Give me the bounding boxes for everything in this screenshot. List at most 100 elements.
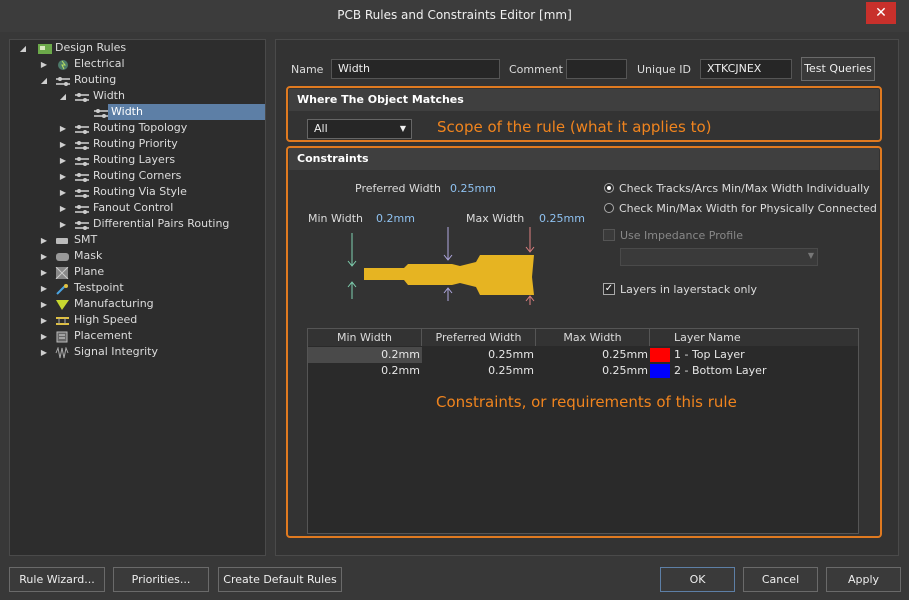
scope-dropdown[interactable]: All ▼ [307, 119, 412, 139]
layer-color-swatch [650, 364, 670, 378]
design-rules-icon [38, 44, 52, 54]
tree-item-placement[interactable]: Placement [74, 328, 132, 344]
tree-item-smt[interactable]: SMT [74, 232, 97, 248]
cell-max-width[interactable]: 0.25mm [536, 347, 648, 363]
routing-icon [56, 77, 70, 86]
tree-item-mask[interactable]: Mask [74, 248, 102, 264]
tree-item-width-group[interactable]: Width [93, 88, 125, 104]
collapse-arrow-icon[interactable]: ◢ [18, 41, 28, 57]
tree-item-width-rule[interactable]: Width [108, 104, 265, 120]
collapse-arrow-icon[interactable]: ◢ [39, 73, 49, 89]
high-speed-icon [56, 317, 69, 325]
tree-item-testpoint[interactable]: Testpoint [74, 280, 124, 296]
radio-check-connected-label: Check Min/Max Width for Physically Conne… [619, 202, 877, 215]
min-width-label: Min Width [308, 212, 363, 225]
priorities-button[interactable]: Priorities... [113, 567, 209, 592]
radio-check-connected[interactable] [604, 203, 614, 213]
cell-preferred-width[interactable]: 0.25mm [422, 363, 534, 379]
expand-arrow-icon[interactable]: ▶ [58, 217, 68, 233]
expand-arrow-icon[interactable]: ▶ [58, 153, 68, 169]
manufacturing-icon [56, 300, 69, 310]
expand-arrow-icon[interactable]: ▶ [39, 297, 49, 313]
rule-wizard-button[interactable]: Rule Wizard... [9, 567, 105, 592]
expand-arrow-icon[interactable]: ▶ [39, 329, 49, 345]
rules-tree: ◢ Design Rules ▶ Electrical ◢ Routing ◢ … [9, 39, 266, 556]
expand-arrow-icon[interactable]: ▶ [58, 169, 68, 185]
comment-label: Comment [509, 63, 563, 76]
expand-arrow-icon[interactable]: ▶ [58, 137, 68, 153]
cancel-button[interactable]: Cancel [743, 567, 818, 592]
width-rule-icon [94, 109, 108, 118]
comment-field[interactable] [566, 59, 627, 79]
track-width-diagram [347, 227, 535, 305]
cell-layer-name: 1 - Top Layer [674, 348, 745, 361]
mask-icon [56, 253, 69, 261]
unique-id-label: Unique ID [637, 63, 692, 76]
expand-arrow-icon[interactable]: ▶ [58, 121, 68, 137]
constraints-section-header: Constraints [289, 148, 879, 170]
tree-item-plane[interactable]: Plane [74, 264, 104, 280]
tree-item-routing-topology[interactable]: Routing Topology [93, 120, 187, 136]
layer-color-swatch [650, 348, 670, 362]
name-field[interactable]: Width [331, 59, 500, 79]
column-header-preferred-width[interactable]: Preferred Width [422, 329, 536, 346]
cell-preferred-width[interactable]: 0.25mm [422, 347, 534, 363]
tree-item-fanout-control[interactable]: Fanout Control [93, 200, 173, 216]
tree-item-manufacturing[interactable]: Manufacturing [74, 296, 154, 312]
constraints-annotation: Constraints, or requirements of this rul… [436, 393, 737, 411]
testpoint-icon [56, 284, 68, 295]
tree-item-differential-pairs[interactable]: Differential Pairs Routing [93, 216, 229, 232]
expand-arrow-icon[interactable]: ▶ [58, 185, 68, 201]
test-queries-button[interactable]: Test Queries [801, 57, 875, 81]
routing-layers-icon [75, 157, 89, 166]
expand-arrow-icon[interactable]: ▶ [39, 233, 49, 249]
expand-arrow-icon[interactable]: ▶ [39, 57, 49, 73]
signal-integrity-icon [55, 347, 69, 359]
preferred-width-label: Preferred Width [355, 182, 441, 195]
column-header-max-width[interactable]: Max Width [536, 329, 650, 346]
cell-min-width[interactable]: 0.2mm [308, 347, 422, 363]
tree-item-signal-integrity[interactable]: Signal Integrity [74, 344, 158, 360]
unique-id-field[interactable]: XTKCJNEX [700, 59, 792, 79]
tree-item-routing[interactable]: Routing [74, 72, 116, 88]
expand-arrow-icon[interactable]: ▶ [58, 201, 68, 217]
routing-priority-icon [75, 141, 89, 150]
expand-arrow-icon[interactable]: ▶ [39, 313, 49, 329]
apply-button[interactable]: Apply [826, 567, 901, 592]
max-width-value[interactable]: 0.25mm [539, 212, 585, 225]
tree-item-routing-corners[interactable]: Routing Corners [93, 168, 181, 184]
layers-in-stack-checkbox[interactable]: ✓ [603, 283, 615, 295]
create-default-rules-button[interactable]: Create Default Rules [218, 567, 342, 592]
layer-constraints-grid: Min Width Preferred Width Max Width Laye… [307, 328, 859, 534]
tree-item-routing-via-style[interactable]: Routing Via Style [93, 184, 187, 200]
tree-item-electrical[interactable]: Electrical [74, 56, 125, 72]
ok-button[interactable]: OK [660, 567, 735, 592]
fanout-control-icon [75, 205, 89, 214]
tree-item-design-rules[interactable]: Design Rules [55, 40, 126, 56]
close-button[interactable]: ✕ [866, 2, 896, 24]
differential-pairs-icon [75, 221, 89, 230]
impedance-profile-dropdown[interactable]: ▼ [620, 248, 818, 266]
tree-item-routing-priority[interactable]: Routing Priority [93, 136, 178, 152]
rules-editor-window: PCB Rules and Constraints Editor [mm] ✕ … [0, 0, 909, 600]
cell-max-width[interactable]: 0.25mm [536, 363, 648, 379]
column-header-layer-name[interactable]: Layer Name [650, 329, 858, 346]
expand-arrow-icon[interactable]: ▶ [39, 249, 49, 265]
cell-min-width[interactable]: 0.2mm [308, 363, 420, 379]
min-width-value[interactable]: 0.2mm [376, 212, 415, 225]
routing-corners-icon [75, 173, 89, 182]
tree-item-high-speed[interactable]: High Speed [74, 312, 137, 328]
collapse-arrow-icon[interactable]: ◢ [58, 89, 68, 105]
preferred-width-value[interactable]: 0.25mm [450, 182, 496, 195]
column-header-min-width[interactable]: Min Width [308, 329, 422, 346]
radio-check-individually[interactable] [604, 183, 614, 193]
use-impedance-checkbox[interactable] [603, 229, 615, 241]
tree-item-routing-layers[interactable]: Routing Layers [93, 152, 175, 168]
title-bar: PCB Rules and Constraints Editor [mm] ✕ [0, 0, 909, 32]
expand-arrow-icon[interactable]: ▶ [39, 345, 49, 361]
expand-arrow-icon[interactable]: ▶ [39, 265, 49, 281]
radio-check-individually-label: Check Tracks/Arcs Min/Max Width Individu… [619, 182, 870, 195]
chevron-down-icon: ▼ [399, 124, 406, 133]
width-icon [75, 93, 89, 102]
expand-arrow-icon[interactable]: ▶ [39, 281, 49, 297]
